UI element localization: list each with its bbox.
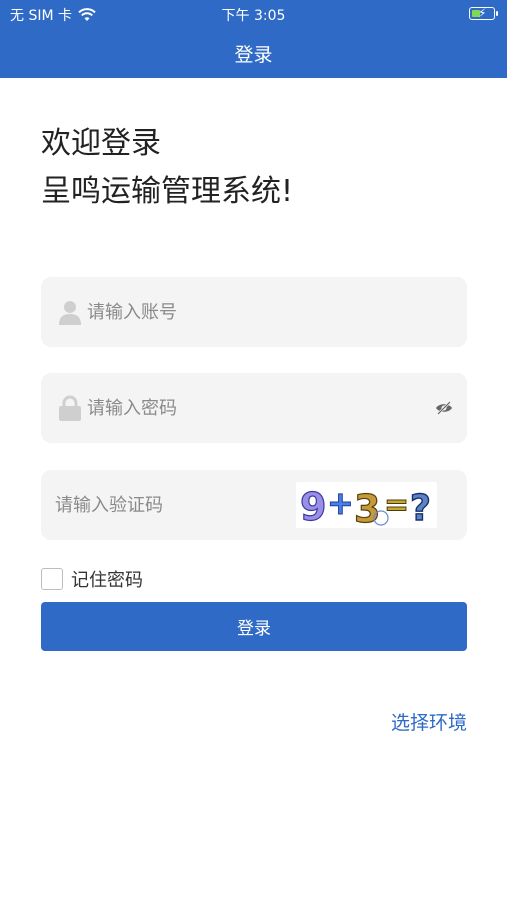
remember-label: 记住密码 xyxy=(71,570,143,591)
remember-password[interactable]: 记住密码 xyxy=(41,566,143,592)
captcha-field[interactable]: 9 + 3 = ? xyxy=(41,470,467,540)
password-input[interactable] xyxy=(87,373,467,443)
status-time: 下午 3:05 xyxy=(221,8,286,24)
bolt-icon: ⚡ xyxy=(478,6,487,20)
welcome-block: 欢迎登录 呈鸣运输管理系统! xyxy=(41,120,293,216)
svg-text:=: = xyxy=(384,488,409,523)
status-bar: 无 SIM 卡 下午 3:05 ⚡ xyxy=(0,0,507,28)
svg-text:+: + xyxy=(327,484,354,522)
remember-checkbox[interactable] xyxy=(41,568,63,590)
battery-charging-icon: ⚡ xyxy=(469,6,498,20)
login-button[interactable]: 登录 xyxy=(41,602,467,651)
svg-text:?: ? xyxy=(410,488,431,528)
welcome-line-1: 欢迎登录 xyxy=(41,126,161,161)
select-environment-link[interactable]: 选择环境 xyxy=(391,708,467,735)
eye-off-icon[interactable] xyxy=(435,399,453,417)
login-button-label: 登录 xyxy=(237,619,271,639)
svg-text:9: 9 xyxy=(300,485,326,528)
account-field[interactable] xyxy=(41,277,467,347)
user-icon xyxy=(59,301,81,325)
nav-bar: 登录 xyxy=(0,28,507,78)
svg-text:3: 3 xyxy=(354,487,380,528)
page-title: 登录 xyxy=(234,43,273,66)
welcome-line-2: 呈鸣运输管理系统! xyxy=(41,174,294,209)
captcha-image[interactable]: 9 + 3 = ? xyxy=(296,482,437,528)
password-field[interactable] xyxy=(41,373,467,443)
account-input[interactable] xyxy=(87,277,467,347)
lock-icon xyxy=(59,395,81,421)
